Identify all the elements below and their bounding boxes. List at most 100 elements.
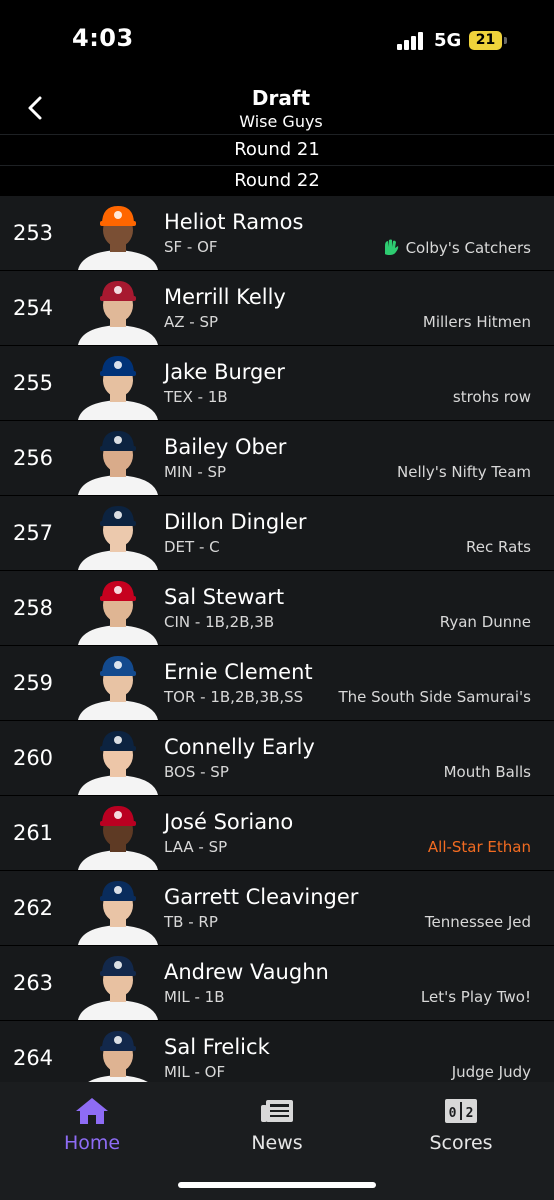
fantasy-team-label: Tennessee Jed — [424, 913, 531, 931]
fantasy-team-label: Colby's Catchers — [405, 239, 531, 257]
pick-number: 260 — [12, 746, 54, 770]
player-name[interactable]: José Soriano — [164, 810, 293, 834]
player-position: MIL - OF — [164, 1063, 226, 1081]
fantasy-team-name[interactable]: strohs row — [453, 388, 531, 406]
player-position: TEX - 1B — [164, 388, 228, 406]
network-label: 5G — [434, 30, 462, 51]
fantasy-team-name[interactable]: All-Star Ethan — [428, 838, 531, 856]
player-headshot-icon — [78, 881, 158, 945]
player-headshot-icon — [78, 731, 158, 795]
player-name[interactable]: Andrew Vaughn — [164, 960, 329, 984]
fantasy-team-label: strohs row — [452, 388, 531, 406]
player-headshot-icon — [78, 506, 158, 570]
player-name[interactable]: Ernie Clement — [164, 660, 313, 684]
pick-number: 259 — [12, 671, 54, 695]
fantasy-team-name[interactable]: Ryan Dunne — [440, 613, 531, 631]
player-name[interactable]: Merrill Kelly — [164, 285, 286, 309]
player-name[interactable]: Connelly Early — [164, 735, 315, 759]
pick-row[interactable]: 259 Ernie Clement TOR - 1B,2B,3B,SS The Sou… — [0, 646, 554, 721]
player-position: SF - OF — [164, 238, 218, 256]
fantasy-team-label: Judge Judy — [451, 1063, 531, 1081]
pick-row[interactable]: 253 Heliot Ramos SF - OF Colby's Catchers — [0, 196, 554, 271]
tab-scores-label: Scores — [429, 1132, 493, 1154]
pick-number: 263 — [12, 971, 54, 995]
fantasy-team-label: Let's Play Two! — [420, 988, 531, 1006]
page-title: Draft — [251, 86, 311, 110]
pick-number: 254 — [12, 296, 54, 320]
pick-number: 253 — [12, 221, 54, 245]
player-name[interactable]: Sal Frelick — [164, 1035, 270, 1059]
pick-row[interactable]: 263 Andrew Vaughn MIL - 1B Let's Play Two! — [0, 946, 554, 1021]
catcher-mitt-icon — [384, 239, 398, 255]
round-header-21[interactable]: Round 21 — [0, 134, 554, 165]
player-position: TB - RP — [164, 913, 218, 931]
scoreboard-icon: 0 2 — [445, 1099, 477, 1123]
status-time: 4:03 — [72, 24, 134, 52]
player-name[interactable]: Jake Burger — [164, 360, 285, 384]
player-position: CIN - 1B,2B,3B — [164, 613, 275, 631]
player-headshot-icon — [78, 956, 158, 1020]
player-headshot-icon — [78, 281, 158, 345]
svg-text:0: 0 — [449, 1106, 457, 1121]
status-bar: 4:03 5G 21 — [0, 0, 554, 70]
tab-scores[interactable]: 0 2 Scores — [396, 1096, 526, 1158]
pick-row[interactable]: 261 José Soriano LAA - SP All-Star Ethan — [0, 796, 554, 871]
fantasy-team-label: All-Star Ethan — [427, 838, 531, 856]
player-name[interactable]: Heliot Ramos — [164, 210, 303, 234]
pick-number: 256 — [12, 446, 54, 470]
fantasy-team-name[interactable]: Rec Rats — [466, 538, 531, 556]
fantasy-team-label: Ryan Dunne — [439, 613, 531, 631]
pick-row[interactable]: 262 Garrett Cleavinger TB - RP Tennessee Je… — [0, 871, 554, 946]
fantasy-team-label: Millers Hitmen — [422, 313, 531, 331]
tab-news-label: News — [251, 1132, 303, 1154]
player-headshot-icon — [78, 356, 158, 420]
fantasy-team-name[interactable]: Colby's Catchers — [382, 238, 531, 257]
player-headshot-icon — [88, 1031, 148, 1082]
fantasy-team-name[interactable]: Nelly's Nifty Team — [397, 463, 531, 481]
fantasy-team-name[interactable]: Judge Judy — [452, 1063, 531, 1081]
house-icon — [76, 1098, 108, 1124]
fantasy-team-label: Nelly's Nifty Team — [397, 463, 531, 481]
player-position: DET - C — [164, 538, 220, 556]
pick-row[interactable]: 260 Connelly Early BOS - SP Mouth Balls — [0, 721, 554, 796]
pick-number: 258 — [12, 596, 54, 620]
fantasy-team-name[interactable]: Let's Play Two! — [421, 988, 531, 1006]
player-position: MIL - 1B — [164, 988, 225, 1006]
player-position: TOR - 1B,2B,3B,SS — [164, 688, 304, 706]
pick-row[interactable]: 255 Jake Burger TEX - 1B strohs row — [0, 346, 554, 421]
newspaper-icon — [261, 1100, 293, 1122]
tab-news[interactable]: News — [212, 1096, 342, 1158]
player-position: AZ - SP — [164, 313, 219, 331]
pick-number: 261 — [12, 821, 54, 845]
battery-icon: 21 — [469, 31, 502, 50]
tab-home-label: Home — [63, 1132, 121, 1154]
fantasy-team-name[interactable]: Mouth Balls — [444, 763, 531, 781]
player-name[interactable]: Sal Stewart — [164, 585, 284, 609]
battery-cap — [504, 37, 507, 44]
player-headshot-icon — [78, 806, 158, 870]
league-name: Wise Guys — [239, 112, 323, 131]
player-position: MIN - SP — [164, 463, 227, 481]
pick-row[interactable]: 264 Sal Frelick MIL - OF Judge Judy — [0, 1021, 554, 1082]
pick-list: 253 Heliot Ramos SF - OF Colby's Catchers 25… — [0, 196, 554, 1082]
player-name[interactable]: Bailey Ober — [164, 435, 286, 459]
pick-row[interactable]: 256 Bailey Ober MIN - SP Nelly's Nifty Team — [0, 421, 554, 496]
home-indicator — [178, 1182, 376, 1188]
pick-number: 262 — [12, 896, 54, 920]
player-name[interactable]: Garrett Cleavinger — [164, 885, 358, 909]
pick-row[interactable]: 257 Dillon Dingler DET - C Rec Rats — [0, 496, 554, 571]
player-headshot-icon — [78, 431, 158, 495]
signal-icon — [397, 32, 423, 50]
tab-home[interactable]: Home — [27, 1096, 157, 1158]
pick-row[interactable]: 258 Sal Stewart CIN - 1B,2B,3B Ryan Dunne — [0, 571, 554, 646]
fantasy-team-name[interactable]: Tennessee Jed — [425, 913, 531, 931]
player-position: BOS - SP — [164, 763, 229, 781]
player-headshot-icon — [78, 656, 158, 720]
fantasy-team-label: Mouth Balls — [443, 763, 531, 781]
fantasy-team-name[interactable]: The South Side Samurai's — [338, 688, 531, 706]
player-name[interactable]: Dillon Dingler — [164, 510, 307, 534]
svg-text:2: 2 — [466, 1106, 474, 1121]
round-header-22[interactable]: Round 22 — [0, 165, 554, 196]
fantasy-team-name[interactable]: Millers Hitmen — [423, 313, 531, 331]
pick-row[interactable]: 254 Merrill Kelly AZ - SP Millers Hitmen — [0, 271, 554, 346]
